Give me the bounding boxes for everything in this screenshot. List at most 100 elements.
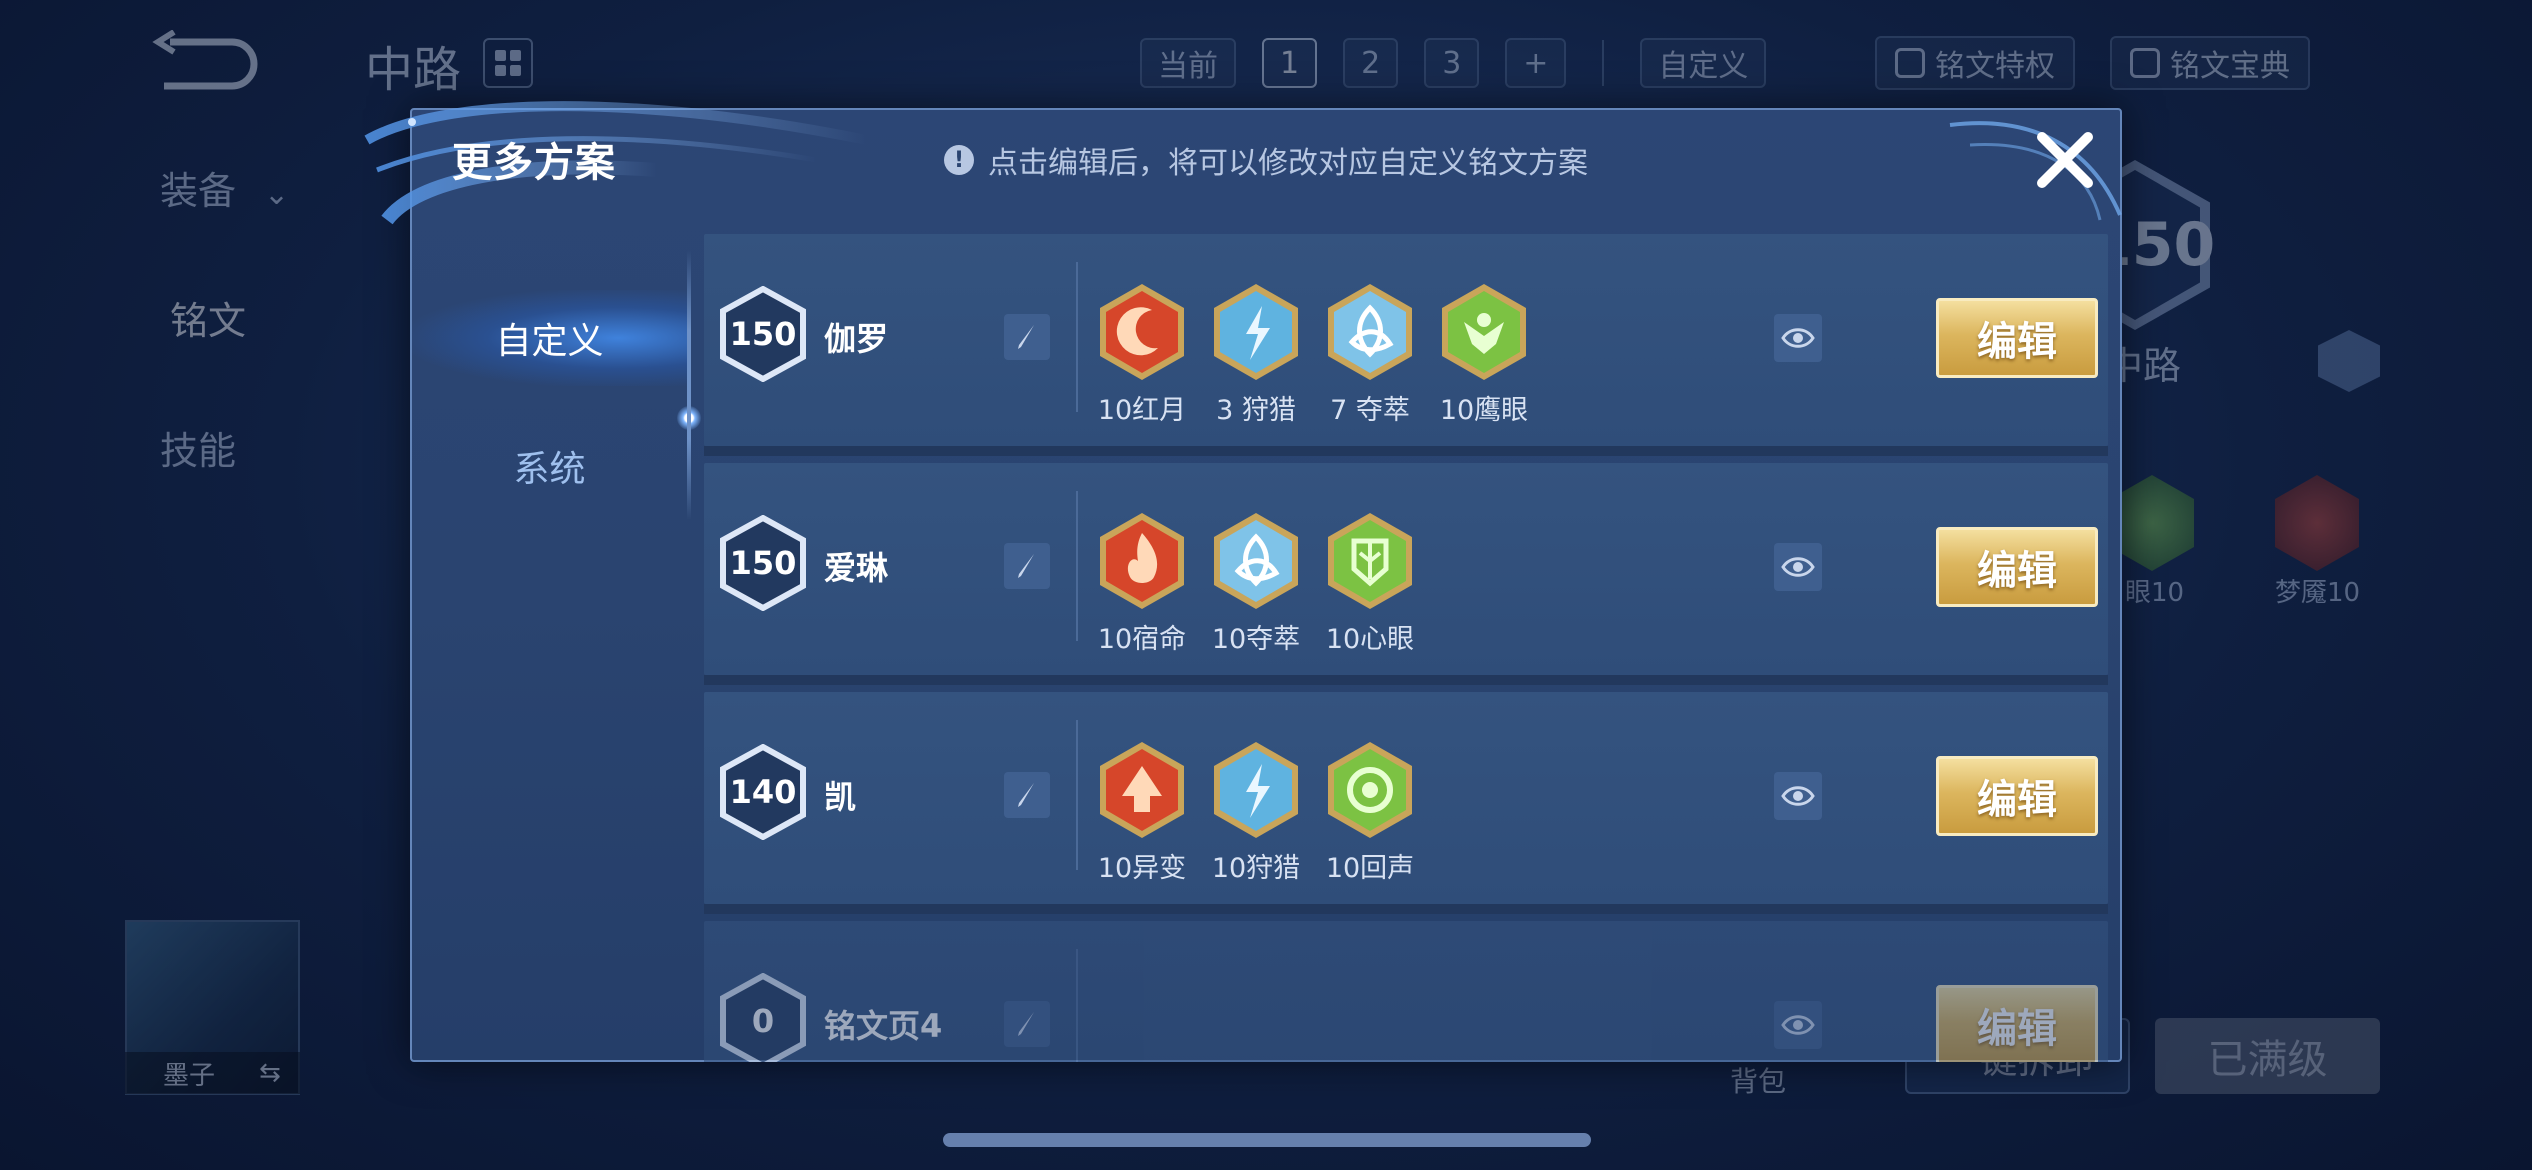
rune-label: 10宿命: [1097, 624, 1187, 655]
grid-icon[interactable]: [483, 38, 533, 88]
rename-button[interactable]: [1004, 772, 1050, 818]
tab-custom[interactable]: 自定义: [1640, 38, 1767, 88]
rune-label: 3 狩猎: [1216, 395, 1296, 426]
plan-row: 0 铭文页4 编辑: [704, 921, 2108, 1062]
row-divider: [1076, 262, 1078, 412]
preview-button[interactable]: [1774, 772, 1822, 820]
tab-separator: [1602, 40, 1605, 86]
plan-row: 150 爱琳 10宿命 10夺萃 10心眼 编辑: [704, 463, 2108, 685]
tab-page-2[interactable]: 2: [1343, 38, 1399, 88]
row-divider: [1076, 949, 1078, 1062]
row-divider: [1076, 491, 1078, 641]
pencil-icon: [1018, 783, 1034, 807]
bag-label[interactable]: 背包: [1730, 1060, 1786, 1100]
rune-label: 10夺萃: [1211, 624, 1301, 655]
rune-set: 10红月 3 狩猎 7 夺萃 10鹰眼: [1094, 282, 1532, 427]
plan-row: 140 凯 10异变 10狩猎 10回声 编辑: [704, 692, 2108, 914]
rune-privilege-label: 铭文特权: [1935, 49, 2055, 84]
flame-icon: [1100, 513, 1184, 609]
close-icon: [2037, 132, 2093, 188]
arrow-up-icon: [1100, 742, 1184, 838]
plan-row: 150 伽罗 10红月 3 狩猎 7 夺萃 10鹰眼 编辑: [704, 234, 2108, 456]
rune-page-tabs: 当前 1 2 3 + 自定义: [1140, 38, 1767, 88]
rename-button[interactable]: [1004, 1001, 1050, 1047]
plan-name: 伽罗: [824, 320, 889, 358]
pencil-icon: [1018, 325, 1034, 349]
side-divider: [687, 250, 691, 520]
rune-label: 7 夺萃: [1330, 395, 1410, 426]
close-button[interactable]: [2025, 120, 2105, 200]
edit-button[interactable]: 编辑: [1936, 756, 2098, 836]
rename-button[interactable]: [1004, 314, 1050, 360]
tab-custom-plans[interactable]: 自定义: [412, 290, 687, 386]
knot-icon: [1214, 513, 1298, 609]
nav-equipment[interactable]: 装备: [160, 160, 289, 215]
maxed-button: 已满级: [2155, 1018, 2380, 1094]
plan-list[interactable]: 150 伽罗 10红月 3 狩猎 7 夺萃 10鹰眼 编辑 150 爱琳 10宿…: [704, 226, 2108, 1062]
plan-level: 140: [729, 773, 797, 811]
row-shadow: [704, 904, 2108, 914]
rune-item: 10红月: [1094, 282, 1190, 427]
tab-current[interactable]: 当前: [1140, 38, 1236, 88]
rune-privilege-button[interactable]: 铭文特权: [1875, 36, 2075, 90]
red-rune-icon: [2275, 475, 2359, 571]
rune-label: 10异变: [1097, 853, 1187, 884]
tab-page-3[interactable]: 3: [1424, 38, 1480, 88]
eye-icon: [1781, 557, 1815, 577]
rune-codex-button[interactable]: 铭文宝典: [2110, 36, 2310, 90]
edit-button[interactable]: 编辑: [1936, 298, 2098, 378]
modal-title: 更多方案: [452, 140, 616, 186]
more-plans-modal: 更多方案 ! 点击编辑后，将可以修改对应自定义铭文方案 自定义 系统 150 伽…: [364, 101, 2122, 1062]
plan-category-tabs: 自定义 系统: [412, 240, 701, 630]
tab-page-1[interactable]: 1: [1262, 38, 1318, 88]
edit-button[interactable]: 编辑: [1936, 985, 2098, 1062]
knot-icon: [1328, 284, 1412, 380]
leaf-shield-icon: [1328, 513, 1412, 609]
ring-icon: [1328, 742, 1412, 838]
preview-button[interactable]: [1774, 314, 1822, 362]
hero-name-bar[interactable]: 墨子 ⇆: [125, 1052, 300, 1094]
lightning-icon: [1214, 284, 1298, 380]
rune-label: 10回声: [1325, 853, 1415, 884]
exclamation-icon: !: [944, 145, 974, 175]
rune-item: 10鹰眼: [1436, 282, 1532, 427]
preview-button[interactable]: [1774, 1001, 1822, 1049]
rune-item: 10回声: [1322, 740, 1418, 885]
pencil-icon: [1018, 554, 1034, 578]
rune-codex-label: 铭文宝典: [2170, 49, 2290, 84]
rune-item: 10夺萃: [1208, 511, 1304, 656]
row-shadow: [704, 675, 2108, 685]
swap-icon: ⇆: [259, 1058, 281, 1088]
eagle-eye-icon: [1442, 284, 1526, 380]
rename-button[interactable]: [1004, 543, 1050, 589]
lightning-icon: [1214, 742, 1298, 838]
edit-button[interactable]: 编辑: [1936, 527, 2098, 607]
rune-label: 梦魇10: [2275, 578, 2361, 608]
rune-label: 10狩猎: [1211, 853, 1301, 884]
back-arrow-icon[interactable]: [150, 30, 260, 90]
nav-skill[interactable]: 技能: [160, 420, 236, 475]
tab-add-page[interactable]: +: [1505, 38, 1567, 88]
crescent-moon-icon: [1100, 284, 1184, 380]
plan-name: 铭文页4: [824, 1007, 943, 1045]
rune-item: 7 夺萃: [1322, 282, 1418, 427]
eye-icon: [1781, 786, 1815, 806]
rune-label: 眼10: [2125, 578, 2185, 608]
hint-text: 点击编辑后，将可以修改对应自定义铭文方案: [988, 146, 1588, 181]
plan-level: 0: [751, 1002, 775, 1040]
nav-rune[interactable]: 铭文: [160, 290, 256, 345]
eye-icon: [1781, 1015, 1815, 1035]
lane-title: 中路: [365, 42, 462, 98]
tab-system-plans[interactable]: 系统: [412, 418, 687, 514]
modal-hint: ! 点击编辑后，将可以修改对应自定义铭文方案: [944, 138, 1588, 182]
plan-name: 爱琳: [824, 549, 889, 587]
codex-icon: [2130, 48, 2160, 78]
home-indicator[interactable]: [943, 1133, 1591, 1147]
rune-label: 10鹰眼: [1439, 395, 1529, 426]
rune-item: 10宿命: [1094, 511, 1190, 656]
plan-level: 150: [729, 315, 797, 353]
green-rune-icon: [2110, 475, 2194, 571]
hero-name: 墨子: [163, 1060, 216, 1091]
menu-icon[interactable]: [2318, 330, 2380, 392]
preview-button[interactable]: [1774, 543, 1822, 591]
